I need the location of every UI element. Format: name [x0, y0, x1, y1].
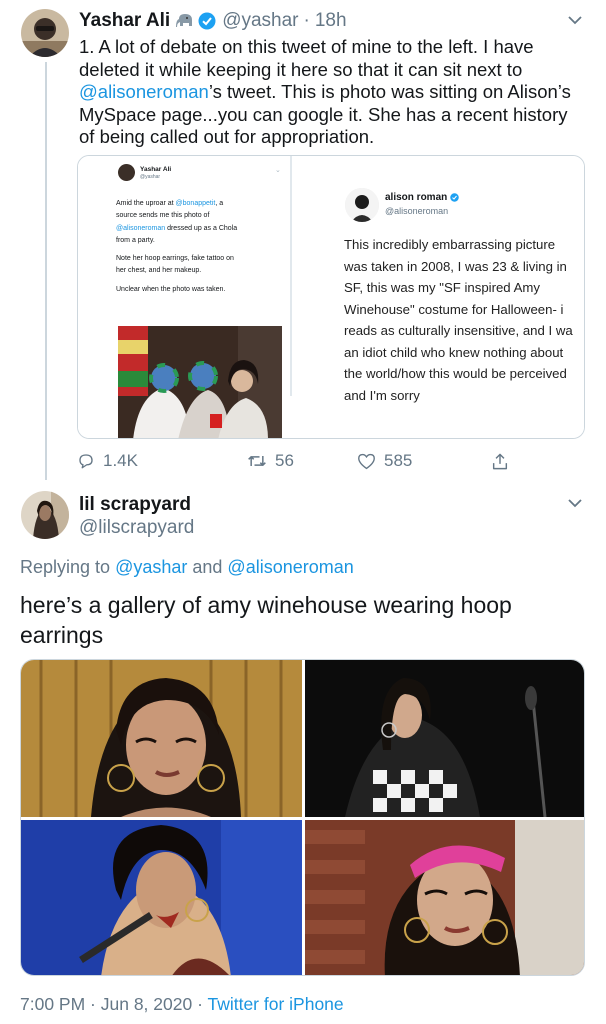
- embedded-text-part: her chest, and her makeup.: [116, 267, 202, 275]
- gallery-photo-1[interactable]: [21, 660, 302, 817]
- tweet2-footer: 7:00 PM · Jun 8, 2020 · Twitter for iPho…: [20, 994, 344, 1015]
- embedded-avatar: [118, 164, 135, 181]
- avatar-yashar[interactable]: [21, 9, 69, 57]
- avatar-lilscrapyard[interactable]: [21, 491, 69, 539]
- like-icon: [357, 453, 376, 470]
- display-name[interactable]: lil scrapyard: [79, 494, 191, 516]
- share-icon: [491, 452, 509, 471]
- separator-dot: ·: [303, 10, 310, 31]
- footer-source[interactable]: Twitter for iPhone: [207, 994, 343, 1014]
- elephant-emoji-icon: [176, 13, 194, 29]
- embedded-line: the world/how this would be perceived: [344, 366, 567, 381]
- handle[interactable]: @lilscrapyard: [79, 517, 194, 539]
- gallery-photo-4[interactable]: [305, 820, 584, 975]
- gallery-photo-2[interactable]: [305, 660, 584, 817]
- embedded-line: Winehouse" costume for Halloween- i: [344, 301, 564, 317]
- embedded-tweet-left: Yashar Ali @yashar Amid the uproar at @b…: [78, 156, 290, 438]
- embedded-tweet-right: alison roman @alisoneroman This incredib…: [292, 156, 584, 438]
- embedded-text-part: Amid the uproar at: [116, 200, 176, 207]
- mention-link[interactable]: @yashar: [115, 557, 187, 577]
- embedded-mention: @alisoneroman: [116, 224, 166, 232]
- embedded-mention: @bonappetit: [175, 200, 216, 207]
- replying-prefix: Replying to: [20, 557, 116, 577]
- reply-count: 1.4K: [103, 451, 138, 470]
- embedded-chevron: ⌄: [275, 167, 281, 174]
- thread-line: [45, 62, 47, 480]
- footer-date[interactable]: Jun 8, 2020: [101, 994, 192, 1014]
- like-button[interactable]: 585: [357, 451, 491, 471]
- embedded-line: was taken in 2008, I was 23 & living in: [344, 258, 567, 274]
- embedded-line: reads as culturally insensitive, and I w…: [344, 323, 573, 338]
- retweet-icon: [247, 452, 267, 470]
- reply-button[interactable]: 1.4K: [77, 451, 247, 471]
- tweet1-text: 1. A lot of debate on this tweet of mine…: [79, 36, 584, 149]
- embedded-line: an idiot child who knew nothing about: [344, 344, 564, 360]
- footer-time[interactable]: 7:00 PM: [20, 994, 85, 1014]
- embedded-name-alison: alison roman: [385, 192, 459, 203]
- embedded-text-part: , a: [215, 200, 224, 207]
- embedded-text-part: from a party.: [116, 236, 155, 244]
- tweet2-header-name: lil scrapyard: [79, 494, 191, 516]
- embedded-name: Yashar Ali: [140, 166, 172, 173]
- embedded-text-part: source sends me this photo of: [116, 212, 210, 220]
- retweet-count: 56: [275, 451, 294, 470]
- embedded-line: SF, this was my "SF inspired Amy: [344, 280, 540, 295]
- embedded-text-part: dressed up as a Chola: [165, 224, 238, 232]
- photo-gallery: [20, 659, 585, 976]
- embedded-text: Amid the uproar at @bonappetit, a source…: [116, 198, 286, 296]
- gallery-photo-3[interactable]: [21, 820, 302, 975]
- embedded-line: This incredibly embarrassing picture: [344, 237, 556, 252]
- chevron-down-icon[interactable]: [568, 12, 582, 30]
- mention-link[interactable]: @alisoneroman: [227, 557, 353, 577]
- retweet-button[interactable]: 56: [247, 451, 357, 471]
- tweet1-text-part: 1. A lot of debate on this tweet of mine…: [79, 36, 534, 80]
- handle[interactable]: @yashar: [222, 10, 298, 32]
- like-count: 585: [384, 451, 413, 470]
- embedded-party-photo: [118, 326, 282, 438]
- mention-link[interactable]: @alisoneroman: [79, 81, 209, 102]
- embedded-text-alison: This incredibly embarrassing picture was…: [344, 234, 584, 406]
- share-button[interactable]: [491, 452, 509, 471]
- embedded-text-part: Unclear when the photo was taken.: [116, 285, 226, 293]
- embedded-handle: @yashar: [140, 174, 161, 180]
- replying-and: and: [187, 557, 228, 577]
- embedded-name-text: alison roman: [385, 192, 448, 203]
- tweet1-action-bar: 1.4K 56 585: [77, 451, 517, 471]
- verified-badge-icon: [198, 12, 216, 30]
- chevron-down-icon[interactable]: [568, 495, 582, 513]
- tweet1-header: Yashar Ali @yashar · 18h: [79, 10, 347, 32]
- embedded-avatar-alison: [345, 188, 379, 222]
- replying-to: Replying to @yashar and @alisoneroman: [20, 557, 354, 578]
- tweet1-image[interactable]: Yashar Ali @yashar Amid the uproar at @b…: [77, 155, 585, 439]
- reply-icon: [77, 452, 95, 470]
- embedded-handle-alison: @alisoneroman: [385, 206, 449, 216]
- footer-separator: ·: [192, 994, 208, 1014]
- tweet2-text: here’s a gallery of amy winehouse wearin…: [20, 592, 512, 648]
- tweet2-header-handle: @lilscrapyard: [79, 517, 194, 539]
- display-name[interactable]: Yashar Ali: [79, 10, 170, 32]
- timestamp[interactable]: 18h: [315, 10, 347, 32]
- embedded-text-part: Note her hoop earrings, fake tattoo on: [116, 255, 234, 263]
- embedded-line: and I'm sorry: [344, 387, 420, 403]
- footer-separator: ·: [85, 994, 101, 1014]
